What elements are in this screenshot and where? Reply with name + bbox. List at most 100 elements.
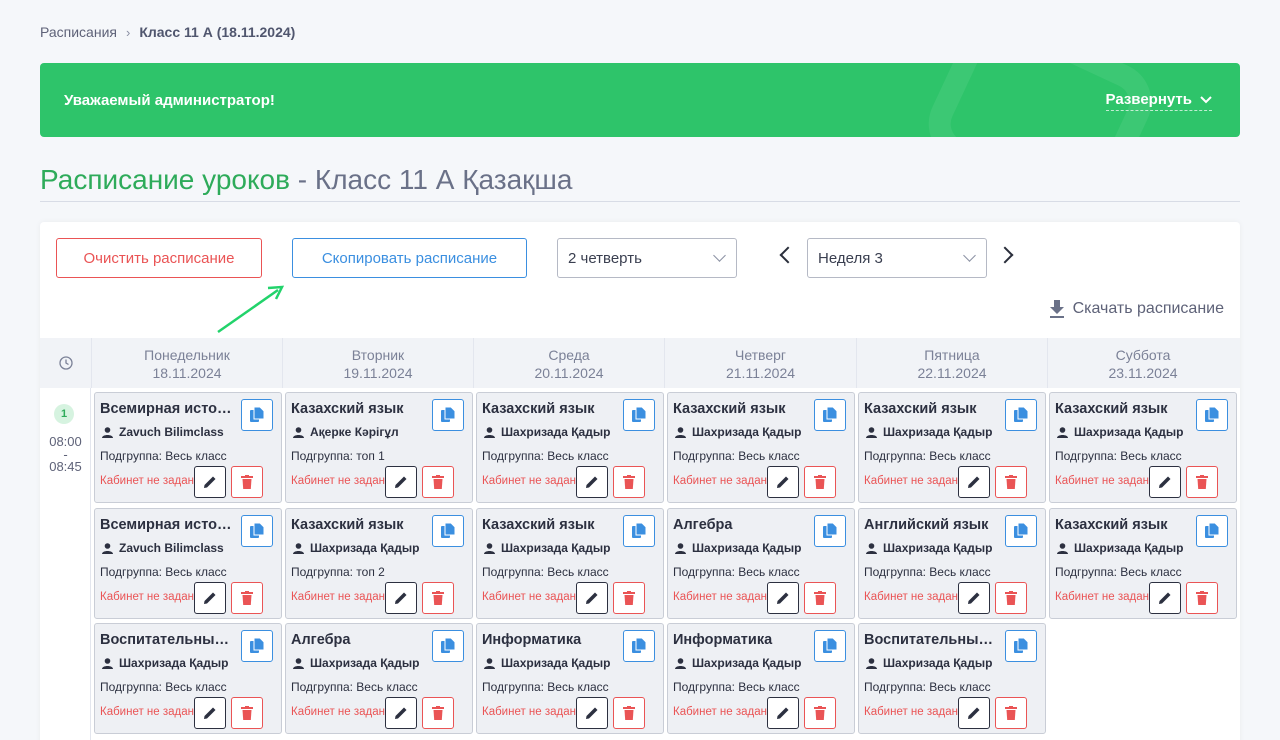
- delete-lesson-button[interactable]: [995, 466, 1027, 498]
- edit-lesson-button[interactable]: [576, 582, 608, 614]
- copy-lesson-button[interactable]: [814, 630, 846, 662]
- lesson-card[interactable]: Казахский язык Шахризада Қадыр Подгруппа: …: [285, 508, 473, 619]
- lesson-card[interactable]: Казахский язык Ақерке Кәрігұл Подгруппа: т…: [285, 392, 473, 503]
- delete-lesson-button[interactable]: [804, 697, 836, 729]
- edit-lesson-button[interactable]: [767, 697, 799, 729]
- edit-lesson-button[interactable]: [194, 466, 226, 498]
- teacher-name: Шахризада Қадыр: [501, 541, 611, 555]
- subgroup-value: Весь класс: [165, 680, 227, 694]
- copy-lesson-button[interactable]: [432, 399, 464, 431]
- copy-lesson-button[interactable]: [1005, 399, 1037, 431]
- week-select[interactable]: Неделя 3: [807, 238, 987, 278]
- edit-lesson-button[interactable]: [767, 582, 799, 614]
- breadcrumb-root-link[interactable]: Расписания: [40, 24, 117, 40]
- delete-lesson-button[interactable]: [804, 466, 836, 498]
- page-title: Расписание уроков - Класс 11 А Қазақша: [40, 164, 572, 196]
- edit-lesson-button[interactable]: [385, 466, 417, 498]
- edit-lesson-button[interactable]: [194, 697, 226, 729]
- copy-lesson-button[interactable]: [241, 630, 273, 662]
- prev-week-icon[interactable]: [779, 246, 797, 264]
- copy-lesson-button[interactable]: [1196, 399, 1228, 431]
- delete-lesson-button[interactable]: [613, 582, 645, 614]
- copy-lesson-button[interactable]: [432, 630, 464, 662]
- edit-lesson-button[interactable]: [958, 582, 990, 614]
- lesson-card[interactable]: Информатика Шахризада Қадыр Подгруппа: Вес…: [476, 623, 664, 734]
- lesson-end-time: 08:45: [49, 459, 82, 474]
- lesson-card[interactable]: Всемирная история Zavuch Bilimclass Подгру…: [94, 508, 282, 619]
- pointer-arrow-icon: [217, 285, 285, 334]
- day-header: Четверг 21.11.2024: [664, 338, 856, 388]
- edit-lesson-button[interactable]: [958, 697, 990, 729]
- copy-lesson-button[interactable]: [814, 399, 846, 431]
- next-week-icon[interactable]: [996, 246, 1014, 264]
- lesson-subgroup: Подгруппа: Весь класс: [100, 565, 227, 579]
- delete-lesson-button[interactable]: [613, 466, 645, 498]
- lesson-card[interactable]: Казахский язык Шахризада Қадыр Подгруппа: …: [667, 392, 855, 503]
- delete-lesson-button[interactable]: [995, 582, 1027, 614]
- lesson-card[interactable]: Воспитательный час Шахризада Қадыр Подгруп…: [858, 623, 1046, 734]
- copy-lesson-button[interactable]: [623, 630, 655, 662]
- copy-lesson-button[interactable]: [623, 515, 655, 547]
- lesson-subject: Казахский язык: [673, 401, 786, 417]
- lesson-card[interactable]: Казахский язык Шахризада Қадыр Подгруппа: …: [476, 392, 664, 503]
- lesson-card[interactable]: Казахский язык Шахризада Қадыр Подгруппа: …: [858, 392, 1046, 503]
- copy-lesson-button[interactable]: [1005, 515, 1037, 547]
- lesson-cabinet: Кабинет не задан: [482, 475, 576, 487]
- edit-lesson-button[interactable]: [576, 697, 608, 729]
- lesson-card[interactable]: Воспитательный час Шахризада Қадыр Подгруп…: [94, 623, 282, 734]
- edit-lesson-button[interactable]: [194, 582, 226, 614]
- expand-button[interactable]: Развернуть: [1105, 91, 1212, 111]
- copy-lesson-button[interactable]: [241, 399, 273, 431]
- delete-lesson-button[interactable]: [422, 466, 454, 498]
- edit-lesson-button[interactable]: [767, 466, 799, 498]
- clear-schedule-button[interactable]: Очистить расписание: [56, 238, 262, 278]
- delete-lesson-button[interactable]: [231, 582, 263, 614]
- copy-lesson-button[interactable]: [623, 399, 655, 431]
- edit-lesson-button[interactable]: [1149, 466, 1181, 498]
- delete-lesson-button[interactable]: [422, 582, 454, 614]
- download-schedule-link[interactable]: Скачать расписание: [1049, 300, 1224, 318]
- copy-lesson-button[interactable]: [814, 515, 846, 547]
- week-value: Неделя 3: [818, 249, 883, 267]
- edit-lesson-button[interactable]: [385, 582, 417, 614]
- lesson-card[interactable]: Алгебра Шахризада Қадыр Подгруппа: Весь кл…: [667, 508, 855, 619]
- user-icon: [866, 542, 877, 554]
- copy-lesson-button[interactable]: [1005, 630, 1037, 662]
- delete-lesson-button[interactable]: [804, 582, 836, 614]
- subgroup-value: Весь класс: [929, 449, 991, 463]
- lesson-subject: Казахский язык: [1055, 401, 1168, 417]
- edit-lesson-button[interactable]: [576, 466, 608, 498]
- edit-lesson-button[interactable]: [958, 466, 990, 498]
- delete-lesson-button[interactable]: [1186, 582, 1218, 614]
- delete-lesson-button[interactable]: [231, 697, 263, 729]
- lesson-card[interactable]: Алгебра Шахризада Қадыр Подгруппа: Весь кл…: [285, 623, 473, 734]
- lesson-card[interactable]: Казахский язык Шахризада Қадыр Подгруппа: …: [1049, 508, 1237, 619]
- lesson-subject: Казахский язык: [291, 401, 404, 417]
- lesson-card[interactable]: Английский язык Шахризада Қадыр Подгруппа:…: [858, 508, 1046, 619]
- subgroup-prefix: Подгруппа:: [100, 680, 166, 694]
- quarter-select[interactable]: 2 четверть: [557, 238, 737, 278]
- lesson-card[interactable]: Информатика Шахризада Қадыр Подгруппа: Вес…: [667, 623, 855, 734]
- trash-icon: [1005, 706, 1017, 720]
- user-icon: [1057, 426, 1068, 438]
- lesson-card[interactable]: Всемирная история Zavuch Bilimclass Подгру…: [94, 392, 282, 503]
- delete-lesson-button[interactable]: [995, 697, 1027, 729]
- delete-lesson-button[interactable]: [422, 697, 454, 729]
- delete-lesson-button[interactable]: [1186, 466, 1218, 498]
- copy-schedule-button[interactable]: Скопировать расписание: [292, 238, 527, 278]
- lesson-card[interactable]: Казахский язык Шахризада Қадыр Подгруппа: …: [1049, 392, 1237, 503]
- lesson-teacher: Шахризада Қадыр: [484, 656, 610, 670]
- copy-lesson-button[interactable]: [1196, 515, 1228, 547]
- copy-lesson-button[interactable]: [432, 515, 464, 547]
- lesson-subgroup: Подгруппа: Весь класс: [482, 680, 609, 694]
- lesson-card[interactable]: Казахский язык Шахризада Қадыр Подгруппа: …: [476, 508, 664, 619]
- copy-icon: [250, 638, 264, 653]
- edit-lesson-button[interactable]: [1149, 582, 1181, 614]
- edit-lesson-button[interactable]: [385, 697, 417, 729]
- subgroup-prefix: Подгруппа:: [673, 680, 739, 694]
- copy-lesson-button[interactable]: [241, 515, 273, 547]
- user-icon: [293, 426, 304, 438]
- delete-lesson-button[interactable]: [231, 466, 263, 498]
- delete-lesson-button[interactable]: [613, 697, 645, 729]
- pencil-icon: [968, 592, 980, 604]
